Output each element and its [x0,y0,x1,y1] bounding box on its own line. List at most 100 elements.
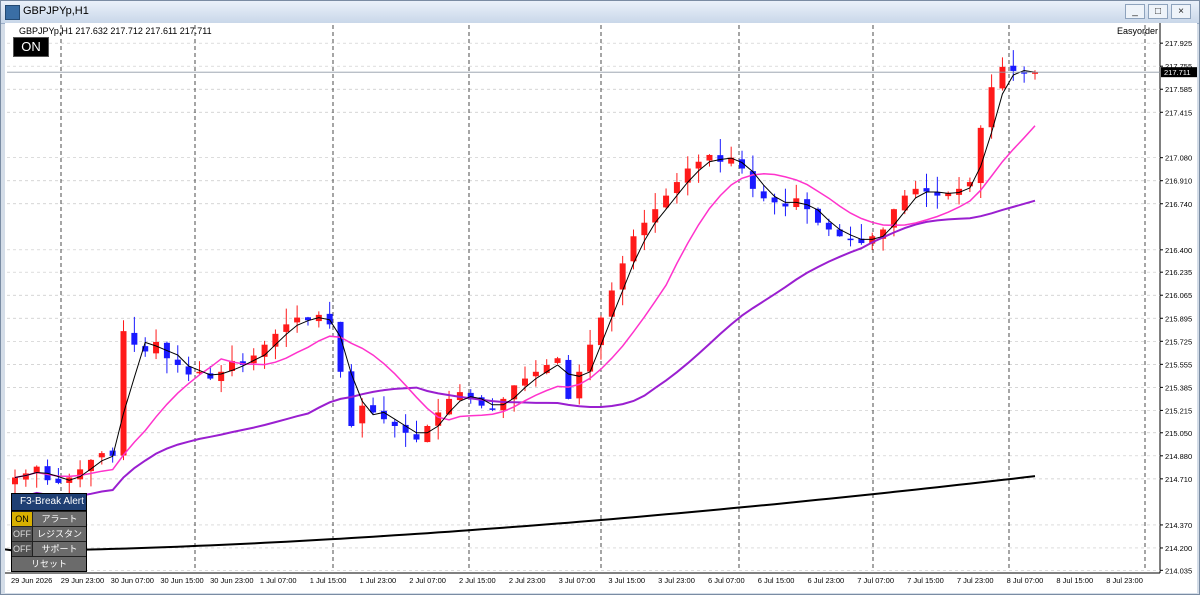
alert-row: ON アラート [12,511,86,526]
candle-body [153,341,160,354]
y-tick-label: 217.925 [1165,39,1192,48]
candle-body [359,405,366,424]
x-tick-label: 29 Jun 23:00 [61,576,104,585]
resistance-row: OFF レジスタンス [12,526,86,553]
x-tick-label: 3 Jul 23:00 [658,576,695,585]
candle-body [511,385,518,400]
candle-body [174,359,181,366]
x-tick-label: 6 Jul 23:00 [808,576,845,585]
maximize-button[interactable]: □ [1148,4,1168,19]
candle-body [912,188,919,195]
alert-toggle[interactable]: ON [12,512,33,526]
candle-body [532,371,539,377]
y-tick-label: 215.725 [1165,337,1192,346]
candle-body [641,222,648,236]
y-tick-label: 216.910 [1165,177,1192,186]
candle-body [55,478,62,483]
x-tick-label: 30 Jun 07:00 [111,576,154,585]
minimize-button[interactable]: _ [1125,4,1145,19]
candle-body [294,317,301,323]
candle-body [847,238,854,241]
x-tick-label: 2 Jul 15:00 [459,576,496,585]
y-tick-label: 215.555 [1165,360,1192,369]
y-tick-label: 217.080 [1165,154,1192,163]
support-toggle[interactable]: OFF [12,542,33,556]
candle-body [12,477,18,485]
candle-body [98,453,105,458]
candle-body [337,321,344,372]
candle-body [673,182,680,194]
ma-long-line [5,475,1036,552]
x-tick-label: 7 Jul 15:00 [907,576,944,585]
x-tick-label: 1 Jul 07:00 [260,576,297,585]
x-tick-label: 6 Jul 07:00 [708,576,745,585]
x-tick-label: 2 Jul 07:00 [409,576,446,585]
resistance-toggle[interactable]: OFF [12,527,33,541]
candle-body [663,195,670,208]
break-alert-panel: F3-Break Alert ON アラート OFF レジスタンス OFF サポ… [11,493,87,572]
price-chart[interactable]: 217.925217.755217.585217.415217.080216.9… [5,23,1197,593]
alert-panel-title: F3-Break Alert [12,494,86,511]
candle-body [717,155,724,162]
support-row: OFF サポート [12,541,86,556]
candle-body [489,408,496,410]
candle-body [695,161,702,169]
x-tick-label: 3 Jul 07:00 [559,576,596,585]
candle-body [120,331,127,456]
y-tick-label: 214.880 [1165,452,1192,461]
support-button[interactable]: サポート [33,542,86,556]
close-button[interactable]: × [1171,4,1191,19]
y-tick-label: 215.215 [1165,406,1192,415]
candle-body [565,359,572,399]
ma-fast-line [14,69,1036,481]
title-bar[interactable]: GBPJPYp,H1 _ □ × [1,1,1199,24]
candle-body [424,425,431,443]
y-tick-label: 216.740 [1165,200,1192,209]
y-tick-label: 217.585 [1165,85,1192,94]
y-tick-label: 216.065 [1165,291,1192,300]
current-price-label: 217.711 [1164,68,1191,77]
x-tick-label: 1 Jul 15:00 [310,576,347,585]
alert-button[interactable]: アラート [33,512,86,526]
candle-body [283,324,290,332]
candle-body [131,332,138,345]
x-tick-label: 8 Jul 07:00 [1007,576,1044,585]
candle-body [554,358,561,363]
y-tick-label: 217.415 [1165,108,1192,117]
x-tick-label: 3 Jul 15:00 [608,576,645,585]
candle-body [522,378,528,386]
x-tick-label: 8 Jul 15:00 [1056,576,1093,585]
x-tick-label: 2 Jul 23:00 [509,576,546,585]
y-tick-label: 215.895 [1165,314,1192,323]
x-tick-label: 7 Jul 07:00 [857,576,894,585]
candle-body [760,191,767,199]
candle-body [391,421,398,426]
resistance-button[interactable]: レジスタンス [33,527,86,553]
y-tick-label: 214.370 [1165,521,1192,530]
x-tick-label: 6 Jul 15:00 [758,576,795,585]
candle-body [825,222,832,230]
candle-body [999,66,1006,89]
y-tick-label: 214.200 [1165,544,1192,553]
candle-body [413,434,420,440]
y-tick-label: 215.050 [1165,429,1192,438]
candle-body [1010,65,1017,71]
x-tick-label: 30 Jun 23:00 [210,576,253,585]
ma-mid-line [14,125,1036,479]
terminal-window: GBPJPYp,H1 _ □ × 217.925 217.755 217.585 21… [0,0,1200,595]
candle-body [771,197,778,203]
on-toggle-button[interactable]: ON [13,37,49,57]
candle-body [988,87,995,128]
chart-window-icon [5,5,20,20]
chart-area[interactable]: 217.925 217.755 217.585 217.415 217.080 216.9… [5,23,1197,593]
candle-body [923,188,930,192]
y-tick-label: 215.385 [1165,383,1192,392]
x-tick-label: 8 Jul 23:00 [1106,576,1143,585]
x-tick-label: 30 Jun 15:00 [160,576,203,585]
expert-advisor-label: Easyorder [1117,26,1159,36]
x-tick-label: 29 Jun 2026 [11,576,52,585]
reset-button[interactable]: リセット [12,556,86,571]
window-title: GBPJPYp,H1 [23,5,89,17]
candle-body [782,203,789,207]
x-tick-label: 7 Jul 23:00 [957,576,994,585]
